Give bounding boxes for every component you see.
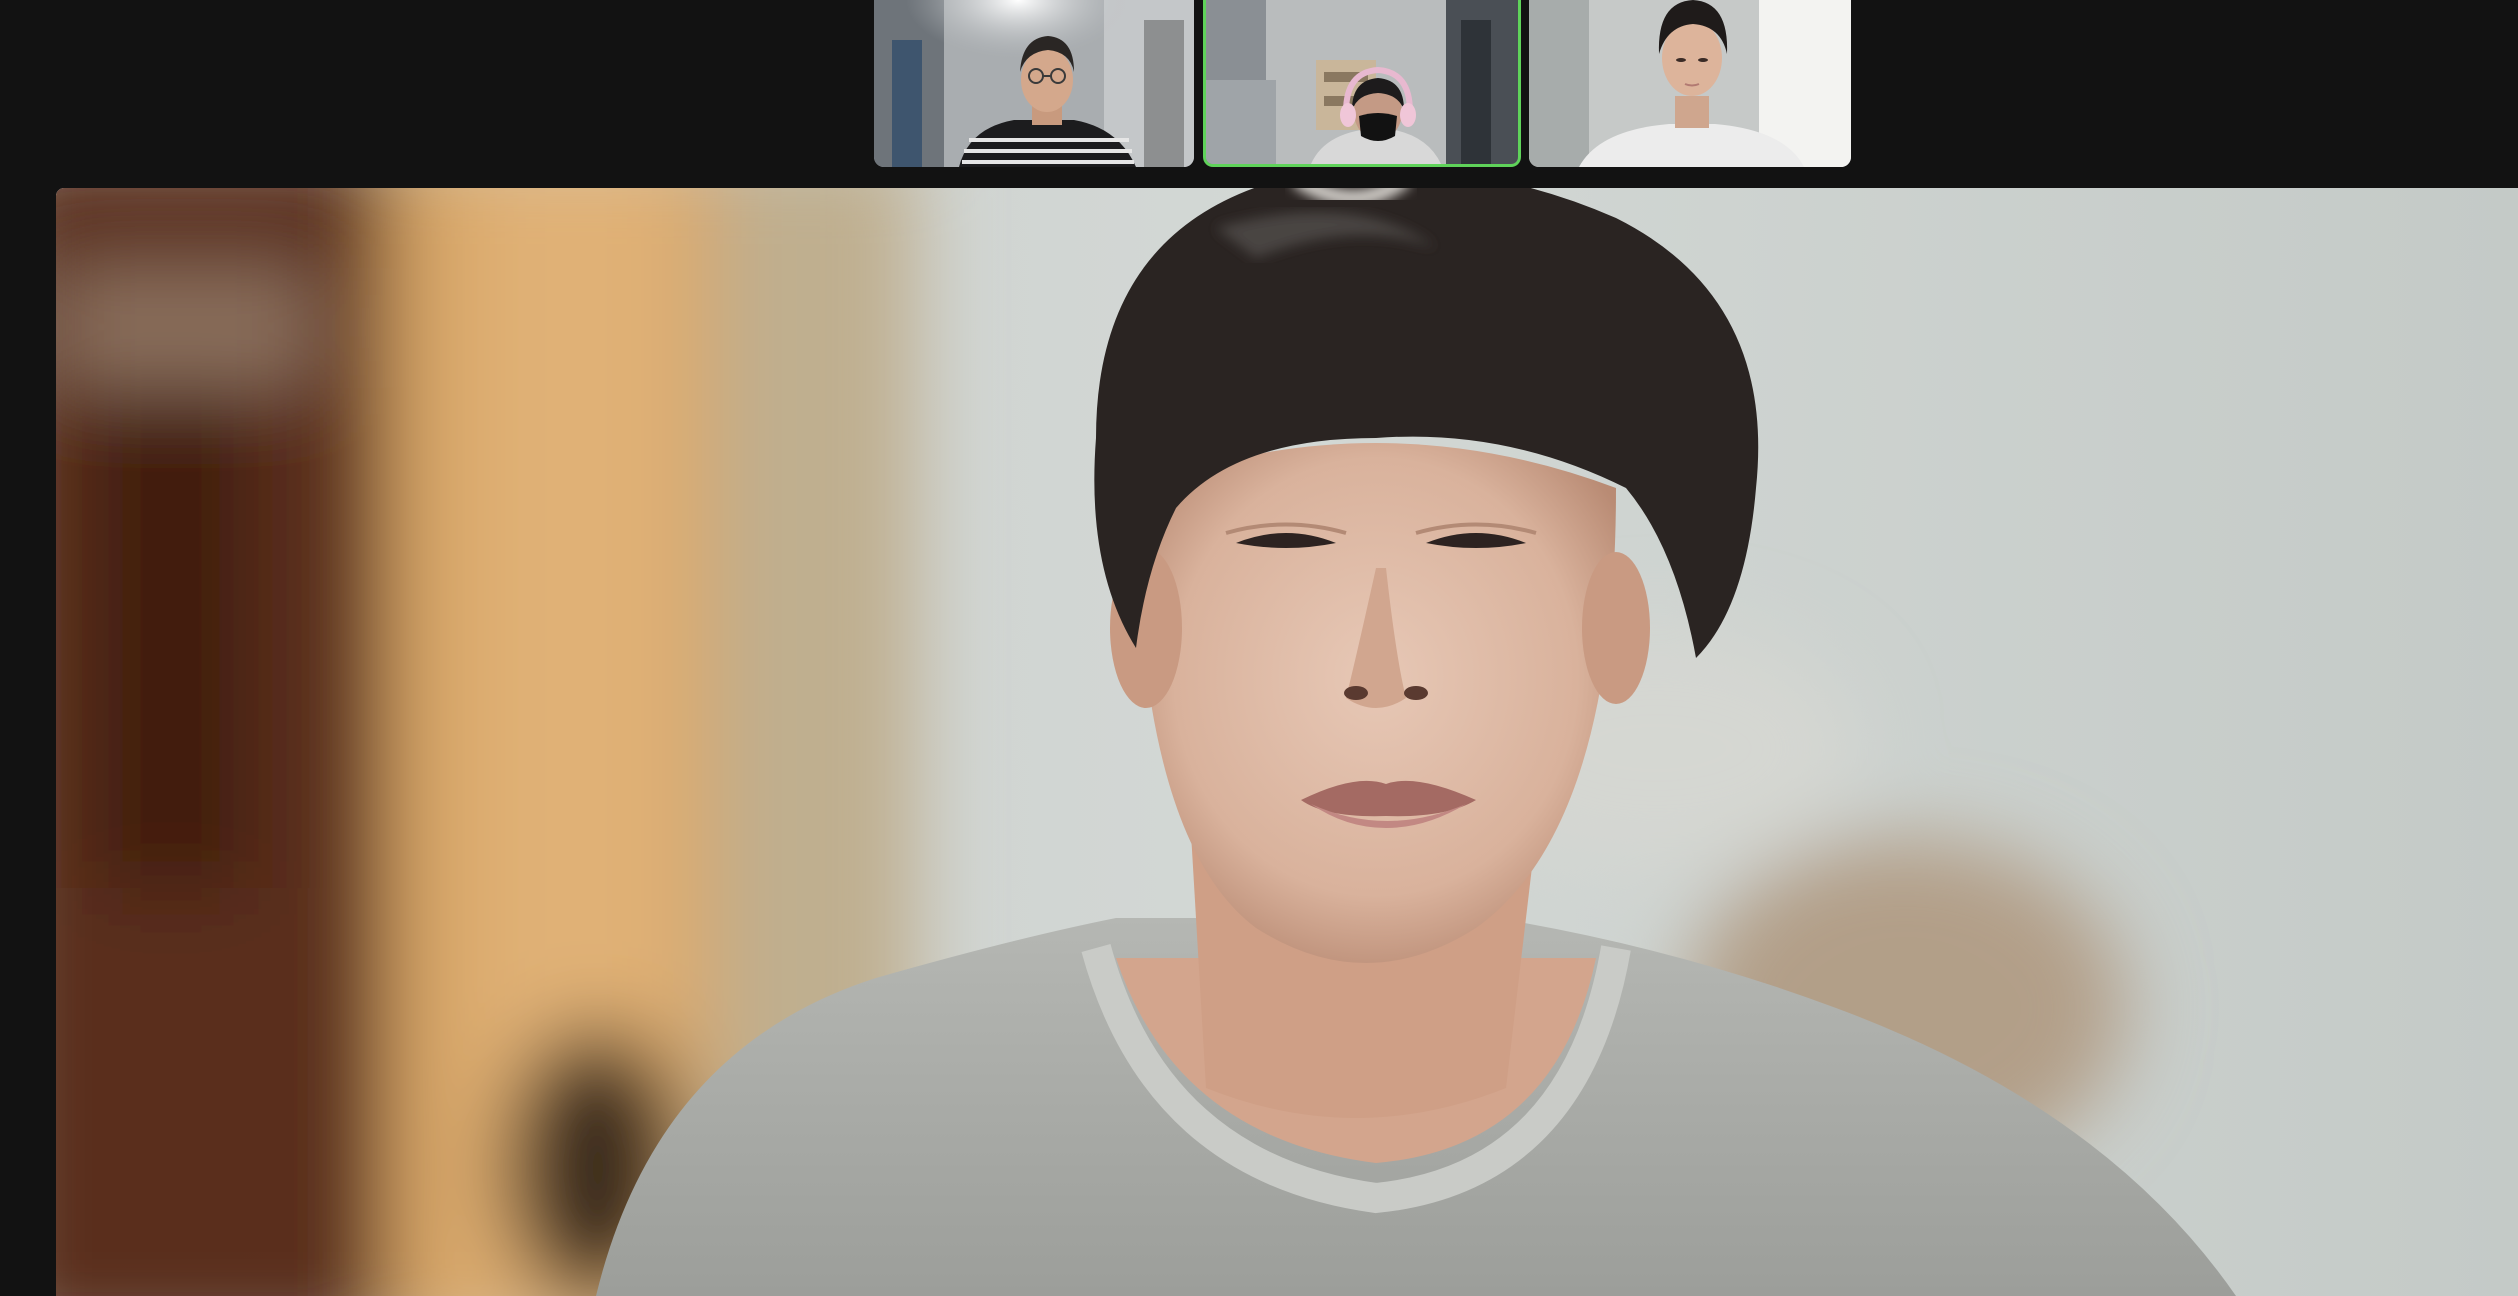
participant-tile-3[interactable]: [1529, 0, 1851, 167]
participant-video-3: [1529, 0, 1851, 167]
participant-video-1: [874, 0, 1194, 167]
participant-thumbnail-strip: [874, 0, 1851, 168]
participant-tile-2-active-speaker[interactable]: [1203, 0, 1521, 167]
participant-video-2: [1206, 0, 1518, 164]
main-speaker-video[interactable]: [56, 188, 2518, 1296]
participant-tile-1[interactable]: [874, 0, 1194, 167]
video-meeting-window: [0, 0, 2518, 1296]
speaker-video-feed: [56, 188, 2518, 1296]
